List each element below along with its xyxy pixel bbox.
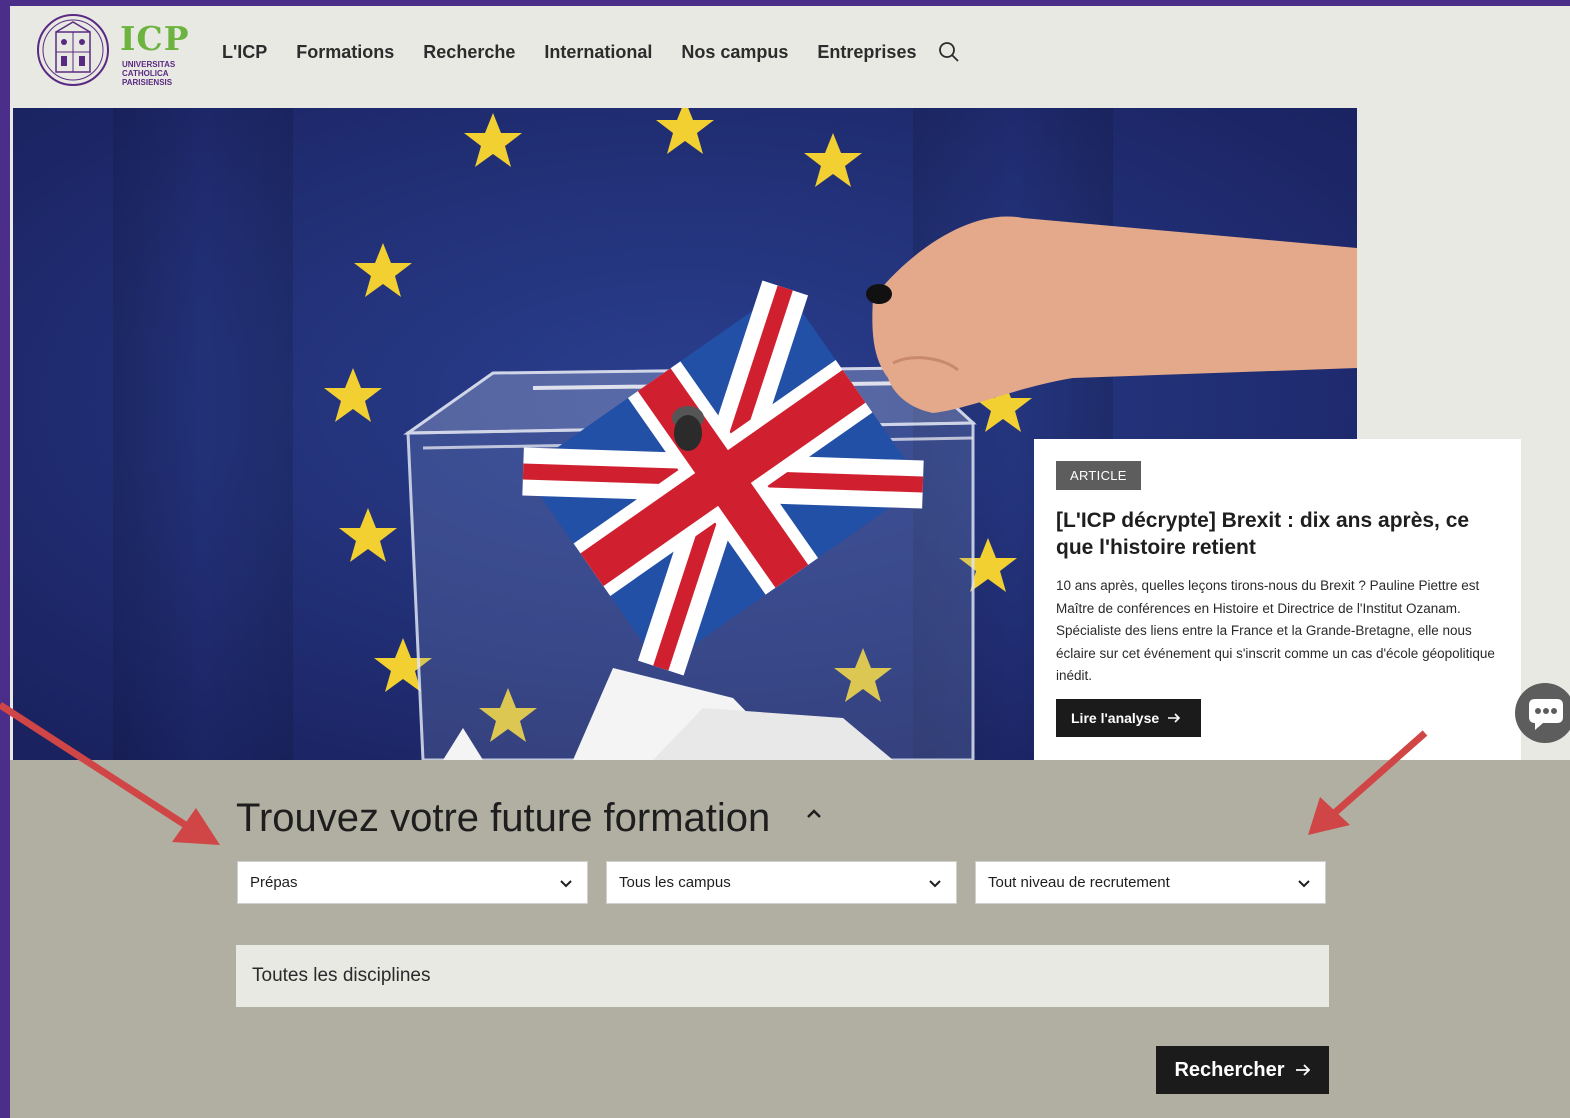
logo-subtitle-line: Parisiensis [122, 78, 173, 87]
page-frame: ICP Universitas Catholica Parisiensis L'… [10, 6, 1570, 1118]
formation-type-select[interactable]: Prépas [237, 861, 588, 904]
article-badge: ARTICLE [1056, 461, 1141, 490]
read-analysis-button[interactable]: Lire l'analyse [1056, 699, 1202, 737]
chat-widget-button[interactable] [1515, 683, 1570, 743]
search-icon [939, 42, 960, 62]
discipline-value: Toutes les disciplines [252, 965, 431, 986]
nav-item-nos-campus[interactable]: Nos campus [681, 42, 788, 63]
article-excerpt: 10 ans après, quelles leçons tirons-nous… [1056, 578, 1495, 683]
main-nav: L'ICP Formations Recherche International… [222, 40, 961, 64]
nav-item-formations[interactable]: Formations [296, 42, 394, 63]
nav-item-international[interactable]: International [544, 42, 652, 63]
chevron-down-icon [929, 879, 941, 887]
chevron-down-icon [1298, 879, 1310, 887]
logo-subtitle-line: Catholica [122, 69, 169, 78]
collapse-toggle[interactable] [802, 802, 826, 826]
nav-item-licp[interactable]: L'ICP [222, 42, 267, 63]
site-header: ICP Universitas Catholica Parisiensis L'… [10, 6, 1570, 108]
arrow-right-icon [1295, 1064, 1310, 1076]
formation-type-value: Prépas [250, 874, 298, 891]
search-submit-label: Rechercher [1174, 1058, 1285, 1081]
logo-wordmark: ICP [120, 19, 190, 58]
nav-item-entreprises[interactable]: Entreprises [817, 42, 916, 63]
chat-bubble-icon [1529, 699, 1563, 730]
logo-subtitle: Universitas Catholica Parisiensis [122, 60, 175, 87]
chevron-down-icon [560, 879, 572, 887]
read-analysis-label: Lire l'analyse [1071, 710, 1160, 726]
icp-logo[interactable]: ICP Universitas Catholica Parisiensis [36, 12, 206, 96]
formation-search-section: Trouvez votre future formation Prépas To… [10, 760, 1570, 1118]
campus-select[interactable]: Tous les campus [606, 861, 957, 904]
article-title[interactable]: [L'ICP décrypte] Brexit : dix ans après,… [1056, 507, 1506, 561]
section-title: Trouvez votre future formation [236, 796, 771, 840]
chevron-up-icon [807, 809, 821, 818]
campus-value: Tous les campus [619, 874, 731, 891]
recruitment-level-select[interactable]: Tout niveau de recrutement [975, 861, 1326, 904]
arrow-right-icon [1168, 713, 1181, 723]
logo-subtitle-line: Universitas [122, 60, 176, 69]
search-submit-button[interactable]: Rechercher [1156, 1046, 1329, 1094]
discipline-field[interactable]: Toutes les disciplines [236, 945, 1329, 1007]
recruitment-level-value: Tout niveau de recrutement [988, 874, 1170, 891]
university-seal-icon [37, 14, 109, 86]
article-card: ARTICLE [L'ICP décrypte] Brexit : dix an… [1034, 439, 1521, 760]
nav-item-recherche[interactable]: Recherche [423, 42, 515, 63]
search-button[interactable] [937, 40, 961, 64]
